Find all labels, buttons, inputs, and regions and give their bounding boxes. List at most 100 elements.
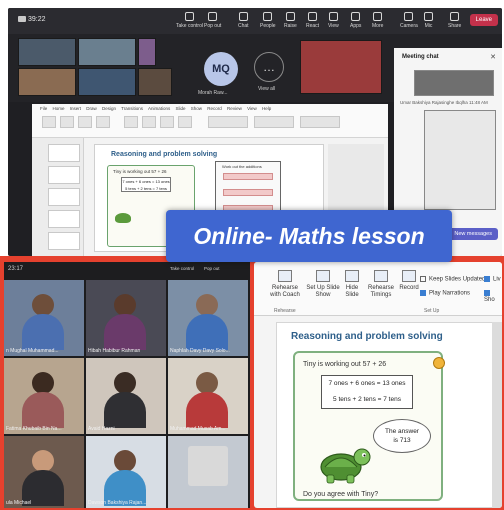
screenshot-collage: 39:22 Take control Pop out Chat People R… <box>0 0 504 510</box>
ribbon-button[interactable] <box>96 116 110 128</box>
equation-box: 7 ones + 6 ones = 13 ones 5 tens + 2 ten… <box>321 375 413 409</box>
rehearse-timings-button[interactable]: Rehearse Timings <box>366 270 396 299</box>
participant-tile[interactable]: Dawson Bakshiya Rajan... <box>86 436 166 508</box>
record-icon <box>402 270 416 282</box>
scrollbar[interactable] <box>492 322 502 508</box>
slide-thumbnail[interactable] <box>48 188 80 206</box>
take-control-button[interactable]: Take control <box>170 266 194 271</box>
problem-text: Tiny is working out 57 + 26 <box>303 361 387 368</box>
close-icon[interactable]: ✕ <box>490 53 496 61</box>
hide-slide-button[interactable]: Hide Slide <box>342 270 362 299</box>
worksheet-row <box>223 189 273 196</box>
ribbon-button[interactable] <box>142 116 156 128</box>
chat-image[interactable] <box>424 110 496 210</box>
raise-hand-button[interactable]: Raise <box>284 12 297 29</box>
slide-title: Reasoning and problem solving <box>291 331 443 342</box>
slide-thumbnail[interactable] <box>48 166 80 184</box>
slide-thumbnail[interactable] <box>48 144 80 162</box>
ppt-tabs[interactable]: File Home Insert Draw Design Transitions… <box>40 106 271 111</box>
ribbon-button[interactable] <box>42 116 56 128</box>
record-button[interactable]: Record <box>398 270 420 292</box>
lesson-banner: Online- Maths lesson <box>166 210 452 262</box>
group-label-setup: Set Up <box>424 308 440 314</box>
ribbon-button[interactable] <box>124 116 138 128</box>
chat-image[interactable] <box>414 70 494 96</box>
medal-icon <box>433 357 445 369</box>
view-button[interactable]: View <box>328 12 339 29</box>
ribbon-button[interactable] <box>254 116 294 128</box>
video-tile[interactable] <box>18 38 76 66</box>
set-up-slide-show-button[interactable]: Set Up Slide Show <box>306 270 340 299</box>
teams-toolbar: 39:22 Take control Pop out Chat People R… <box>8 8 502 34</box>
worksheet-row <box>223 173 273 180</box>
slide-thumbnail-pane <box>32 138 84 256</box>
people-button[interactable]: People <box>260 12 276 29</box>
video-tile[interactable] <box>78 38 136 66</box>
camera-indicator-icon <box>18 16 26 22</box>
rehearse-with-coach-button[interactable]: Rehearse with Coach <box>268 270 302 299</box>
camera-icon <box>404 12 414 21</box>
leave-button[interactable]: Leave <box>469 14 498 26</box>
emoji-icon <box>308 12 318 21</box>
raise-hand-icon <box>285 12 295 21</box>
participant-tile[interactable]: Hibah Habibur Rahman <box>86 280 166 356</box>
participant-tile[interactable]: Fatima Khubaib Bin Na... <box>4 358 84 434</box>
gallery-view-window: 23:17 Take control Pop out n Mughal Muha… <box>4 262 250 508</box>
slide-thumbnail[interactable] <box>48 232 80 250</box>
video-tile[interactable] <box>138 68 172 96</box>
people-icon <box>263 12 273 21</box>
view-all-label: View all <box>258 86 276 92</box>
equation-box: 7 ones + 6 ones = 13 ones 5 tens + 2 ten… <box>121 177 171 192</box>
keep-slides-updated-checkbox[interactable]: Keep Slides Updated <box>420 276 485 283</box>
video-tile[interactable] <box>138 38 156 66</box>
participant-tile[interactable]: Muhammad Musab Am... <box>168 358 248 434</box>
ribbon-button[interactable] <box>300 116 340 128</box>
apps-button[interactable]: Apps <box>350 12 361 29</box>
meeting-timer: 39:22 <box>28 16 46 23</box>
live-checkbox[interactable]: Liv <box>484 276 501 283</box>
question-text: Do you agree with Tiny? <box>303 491 379 498</box>
ribbon-button[interactable] <box>208 116 248 128</box>
share-button[interactable]: Share <box>448 12 461 29</box>
participant-tile[interactable]: ula Michael <box>4 436 84 508</box>
video-tile[interactable] <box>78 68 136 96</box>
ribbon-button[interactable] <box>60 116 74 128</box>
turtle-icon <box>115 213 131 223</box>
take-control-button[interactable]: Take control <box>176 12 203 29</box>
play-narrations-checkbox[interactable]: Play Narrations <box>420 290 470 297</box>
problem-text: Tiny is working out 57 + 26 <box>113 169 167 174</box>
video-tile[interactable] <box>18 68 76 96</box>
chat-button[interactable]: Chat <box>238 12 249 29</box>
participant-tile[interactable]: Avaid Hazni <box>86 358 166 434</box>
current-slide[interactable]: Reasoning and problem solving Tiny is wo… <box>276 322 502 508</box>
ribbon-button[interactable] <box>160 116 174 128</box>
pop-out-button[interactable]: Pop out <box>204 266 220 271</box>
slide-thumbnail[interactable] <box>48 210 80 228</box>
teacher-video[interactable] <box>300 40 382 94</box>
pop-out-button[interactable]: Pop out <box>204 12 221 29</box>
chat-message-meta: Umar Bakshiya Rajasinghe Ibqlha 11:48 AM <box>400 100 488 105</box>
grid-icon <box>328 12 338 21</box>
group-label-rehearse: Rehearse <box>274 308 296 314</box>
camera-button[interactable]: Camera <box>400 12 418 29</box>
participant-tile[interactable] <box>168 436 248 508</box>
participant-face <box>32 294 54 316</box>
apps-icon <box>351 12 361 21</box>
chat-title: Meeting chat <box>402 54 439 60</box>
new-messages-button[interactable]: New messages <box>448 228 498 240</box>
setup-icon <box>316 270 330 282</box>
gallery-toolbar: 23:17 Take control Pop out <box>4 262 250 278</box>
show-checkbox[interactable]: Sho <box>484 290 502 303</box>
participant-tile[interactable]: n Mughal Muhammad... <box>4 280 84 356</box>
presenter-avatar[interactable]: MQ <box>204 52 238 86</box>
pop-out-icon <box>208 12 218 21</box>
view-all-button[interactable]: … <box>254 52 284 82</box>
more-button[interactable]: More <box>372 12 383 29</box>
slideshow-ribbon: Rehearse with Coach Set Up Slide Show Hi… <box>254 262 502 316</box>
ribbon-button[interactable] <box>78 116 92 128</box>
mic-button[interactable]: Mic <box>424 12 433 29</box>
meeting-timer: 23:17 <box>8 266 24 272</box>
react-button[interactable]: React <box>306 12 319 29</box>
participant-tile[interactable]: Naphlah Davy Davy Solo... <box>168 280 248 356</box>
ribbon-button[interactable] <box>178 116 192 128</box>
